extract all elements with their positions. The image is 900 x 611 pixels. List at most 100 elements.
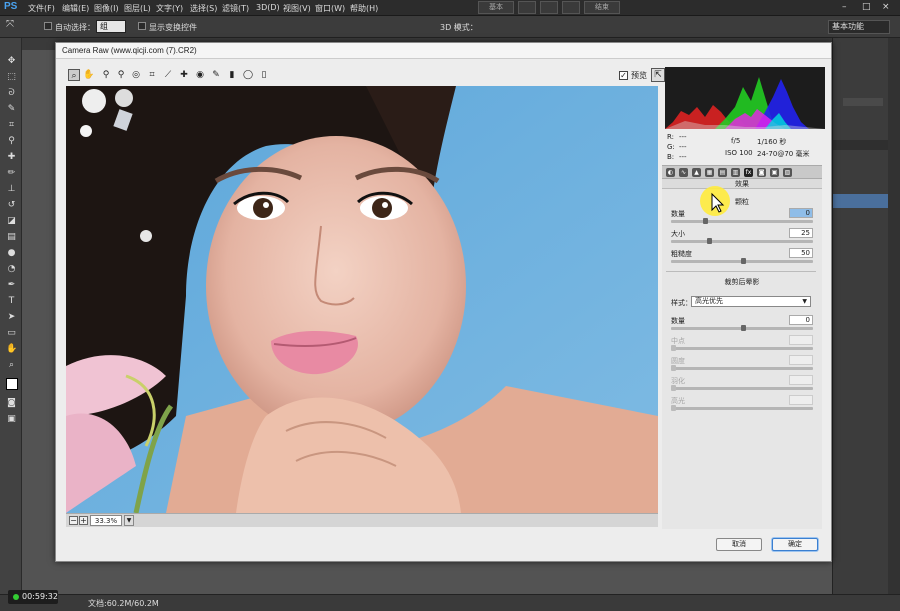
crop-tool-icon[interactable]: ⌗ [146,69,158,81]
healing-icon[interactable]: ✚ [6,152,17,162]
dodge-icon[interactable]: ◔ [6,264,17,274]
tab-snapshots-icon[interactable]: ▧ [783,168,792,177]
grain-roughness-field[interactable]: 50 [789,248,813,258]
tab-presets-icon[interactable]: ▣ [770,168,779,177]
zoom-in-icon[interactable]: + [79,516,88,525]
close-icon[interactable]: × [882,2,890,12]
show-transform-checkbox[interactable] [138,22,146,30]
minimize-icon[interactable]: – [842,2,847,12]
tab-tone-curve-icon[interactable]: ∿ [679,168,688,177]
cancel-button[interactable]: 取消 [716,538,762,551]
tab-effects-icon[interactable]: fx [744,168,753,177]
screen-mode-icon[interactable]: ▣ [6,414,17,424]
menu-file[interactable]: 文件(F) [28,3,55,14]
menu-type[interactable]: 文字(Y) [156,3,183,14]
panel-row[interactable] [843,98,883,106]
eyedropper-icon[interactable]: ⚲ [6,136,17,146]
zoom-tool-icon[interactable]: ⌕ [68,69,80,81]
ws-tab-end[interactable]: 结束 [584,1,620,14]
slider-knob[interactable] [741,325,746,331]
maximize-icon[interactable]: □ [862,2,871,12]
workspace-dropdown[interactable]: 基本功能 [828,20,890,34]
white-balance-icon[interactable]: ⚲ [100,69,112,81]
vignette-amount-field[interactable]: 0 [789,315,813,325]
slider-knob[interactable] [707,238,712,244]
auto-select-dropdown[interactable]: 组 [96,20,126,33]
crop-icon[interactable]: ⌗ [6,120,17,130]
tab-hsl-icon[interactable]: ▦ [705,168,714,177]
tab-detail-icon[interactable]: ▲ [692,168,701,177]
ok-button[interactable]: 确定 [772,538,818,551]
path-select-icon[interactable]: ➤ [6,312,17,322]
pen-icon[interactable]: ✒ [6,280,17,290]
radial-filter-icon[interactable]: ◯ [242,69,254,81]
vignette-style-dropdown[interactable]: 高光优先 ▼ [691,296,811,307]
menu-image[interactable]: 图像(I) [94,3,119,14]
quick-select-icon[interactable]: ✎ [6,104,17,114]
auto-select-checkbox[interactable] [44,22,52,30]
brush-icon[interactable] [562,1,580,14]
menu-3d[interactable]: 3D(D) [256,3,280,12]
grain-amount-slider[interactable] [671,218,813,224]
layer-row-selected[interactable] [833,194,889,208]
move-tool-icon[interactable]: ⤧ [6,19,14,30]
blur-icon[interactable]: ● [6,248,17,258]
zoom-level[interactable]: 33.3% [90,515,122,526]
adjustment-brush-icon[interactable]: ✎ [210,69,222,81]
layers-tab-strip[interactable] [833,140,889,150]
quick-mask-icon[interactable]: ◙ [6,398,17,408]
grain-size-field[interactable]: 25 [789,228,813,238]
hand-icon[interactable]: ✋ [6,344,17,354]
tab-basic-icon[interactable]: ◐ [666,168,675,177]
options-bar: ⤧ 自动选择： 组 显示变换控件 3D 模式： 基本功能 [0,16,900,38]
portrait-photo [66,86,658,513]
hand-tool-icon[interactable]: ✋ [83,69,95,81]
color-sampler-icon[interactable]: ⚲ [115,69,127,81]
eraser-icon[interactable]: ◪ [6,216,17,226]
menu-bar: PS 文件(F) 编辑(E) 图像(I) 图层(L) 文字(Y) 选择(S) 滤… [0,0,900,16]
zoom-out-icon[interactable]: − [69,516,78,525]
chevron-down-icon[interactable]: ▼ [124,515,134,526]
spot-removal-icon[interactable]: ✚ [178,69,190,81]
tab-lens-icon[interactable]: ▥ [731,168,740,177]
graduated-filter-icon[interactable]: ▮ [226,69,238,81]
slider-knob[interactable] [703,218,708,224]
gradient-icon[interactable]: ▤ [6,232,17,242]
menu-layer[interactable]: 图层(L) [124,3,151,14]
menu-view[interactable]: 视图(V) [283,3,311,14]
foreground-color-icon[interactable] [6,378,18,390]
menu-window[interactable]: 窗口(W) [315,3,345,14]
targeted-adjust-icon[interactable]: ◎ [130,69,142,81]
lasso-icon[interactable]: ᘐ [6,88,17,98]
preview-checkbox[interactable]: ✓ [619,71,628,80]
marquee-icon[interactable]: ⬚ [6,72,17,82]
menu-help[interactable]: 帮助(H) [350,3,378,14]
vignette-amount-slider[interactable] [671,325,813,331]
text-tool-icon[interactable]: T [6,296,17,306]
tab-split-toning-icon[interactable]: ▤ [718,168,727,177]
brush-tool-icon[interactable]: ✏ [6,168,17,178]
shape-icon[interactable]: ▭ [6,328,17,338]
grain-size-slider[interactable] [671,238,813,244]
slider-knob[interactable] [741,258,746,264]
grain-amount-field[interactable]: 0 [789,208,813,218]
menu-edit[interactable]: 编辑(E) [62,3,89,14]
grain-roughness-slider[interactable] [671,258,813,264]
preferences-icon[interactable]: ▯ [258,69,270,81]
image-preview[interactable] [66,86,658,513]
camera-raw-toolbar: ⌕ ✋ ⚲ ⚲ ◎ ⌗ ⟋ ✚ ◉ ✎ ▮ ◯ ▯ ✓ 预览 ⇱ [66,67,665,85]
layer-buttons[interactable] [837,436,889,444]
stamp-icon[interactable]: ⊥ [6,184,17,194]
tab-camera-calibration-icon[interactable]: ◙ [757,168,766,177]
window-icon[interactable] [540,1,558,14]
frame-icon[interactable] [518,1,536,14]
history-brush-icon[interactable]: ↺ [6,200,17,210]
menu-filter[interactable]: 滤镜(T) [222,3,249,14]
red-eye-icon[interactable]: ◉ [194,69,206,81]
ws-tab-basic[interactable]: 基本 [478,1,514,14]
fullscreen-icon[interactable]: ⇱ [651,68,665,82]
straighten-icon[interactable]: ⟋ [162,69,174,81]
zoom-icon[interactable]: ⌕ [6,360,17,370]
menu-select[interactable]: 选择(S) [190,3,217,14]
move-icon[interactable]: ✥ [6,56,17,66]
